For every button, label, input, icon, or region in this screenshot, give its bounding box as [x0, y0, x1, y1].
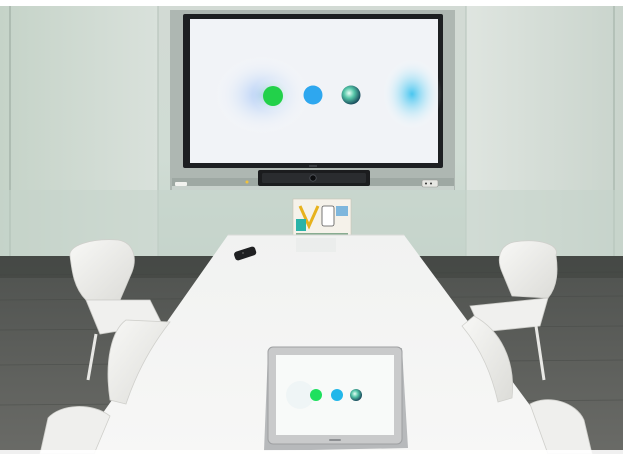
tv-share-icon	[303, 85, 323, 105]
tv-assistant-icon	[341, 85, 361, 105]
panel-assistant-icon	[350, 389, 362, 401]
panel-call-icon	[310, 389, 322, 401]
remote-left-ledge	[175, 182, 187, 186]
tv-call-icon	[263, 86, 283, 106]
camera-lens	[309, 174, 317, 182]
room-scene	[0, 0, 623, 454]
meeting-room-photo	[0, 0, 623, 454]
panel-share-icon	[331, 389, 343, 401]
touch-panel	[264, 346, 408, 451]
